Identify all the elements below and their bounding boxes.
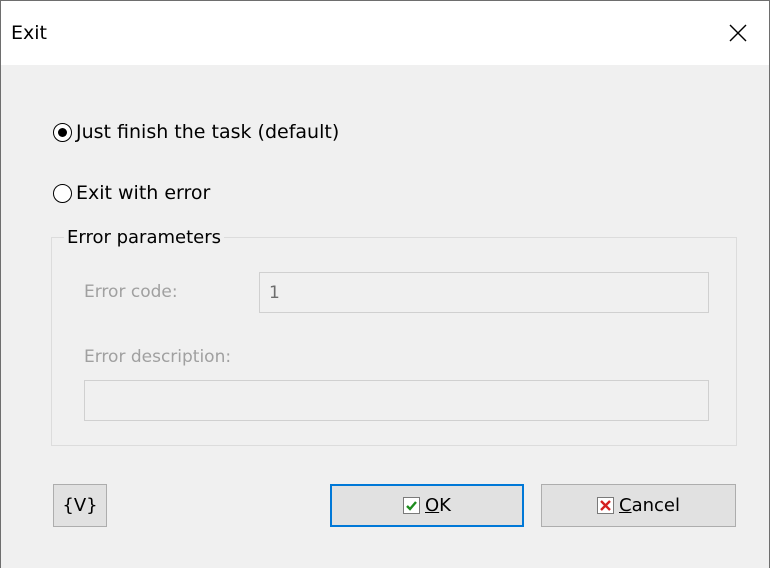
radio-just-finish[interactable]: Just finish the task (default) xyxy=(53,121,339,143)
close-button[interactable] xyxy=(707,1,769,65)
radio-exit-with-error[interactable]: Exit with error xyxy=(53,182,210,204)
window-title: Exit xyxy=(11,22,47,44)
ok-button-label: OK xyxy=(425,495,451,516)
radio-just-finish-label: Just finish the task (default) xyxy=(76,121,340,143)
error-code-value: 1 xyxy=(269,282,280,303)
error-description-label: Error description: xyxy=(84,347,232,367)
radio-checked-icon xyxy=(53,122,72,142)
cancel-button-label: Cancel xyxy=(619,495,680,516)
title-bar: Exit xyxy=(1,1,769,65)
error-code-label: Error code: xyxy=(84,282,178,302)
error-description-field[interactable] xyxy=(84,380,709,421)
variables-button-label: {V} xyxy=(62,495,98,516)
variables-button[interactable]: {V} xyxy=(53,484,107,527)
exit-dialog: Exit Just finish the task (default) Exit… xyxy=(0,0,770,568)
error-parameters-legend: Error parameters xyxy=(64,227,225,248)
radio-unchecked-icon xyxy=(53,183,72,203)
ok-button[interactable]: OK xyxy=(330,484,524,527)
close-icon xyxy=(729,24,747,42)
x-icon xyxy=(597,497,614,514)
check-icon xyxy=(403,497,420,514)
cancel-button[interactable]: Cancel xyxy=(541,484,736,527)
error-code-field[interactable]: 1 xyxy=(259,272,709,313)
radio-exit-with-error-label: Exit with error xyxy=(76,182,211,204)
